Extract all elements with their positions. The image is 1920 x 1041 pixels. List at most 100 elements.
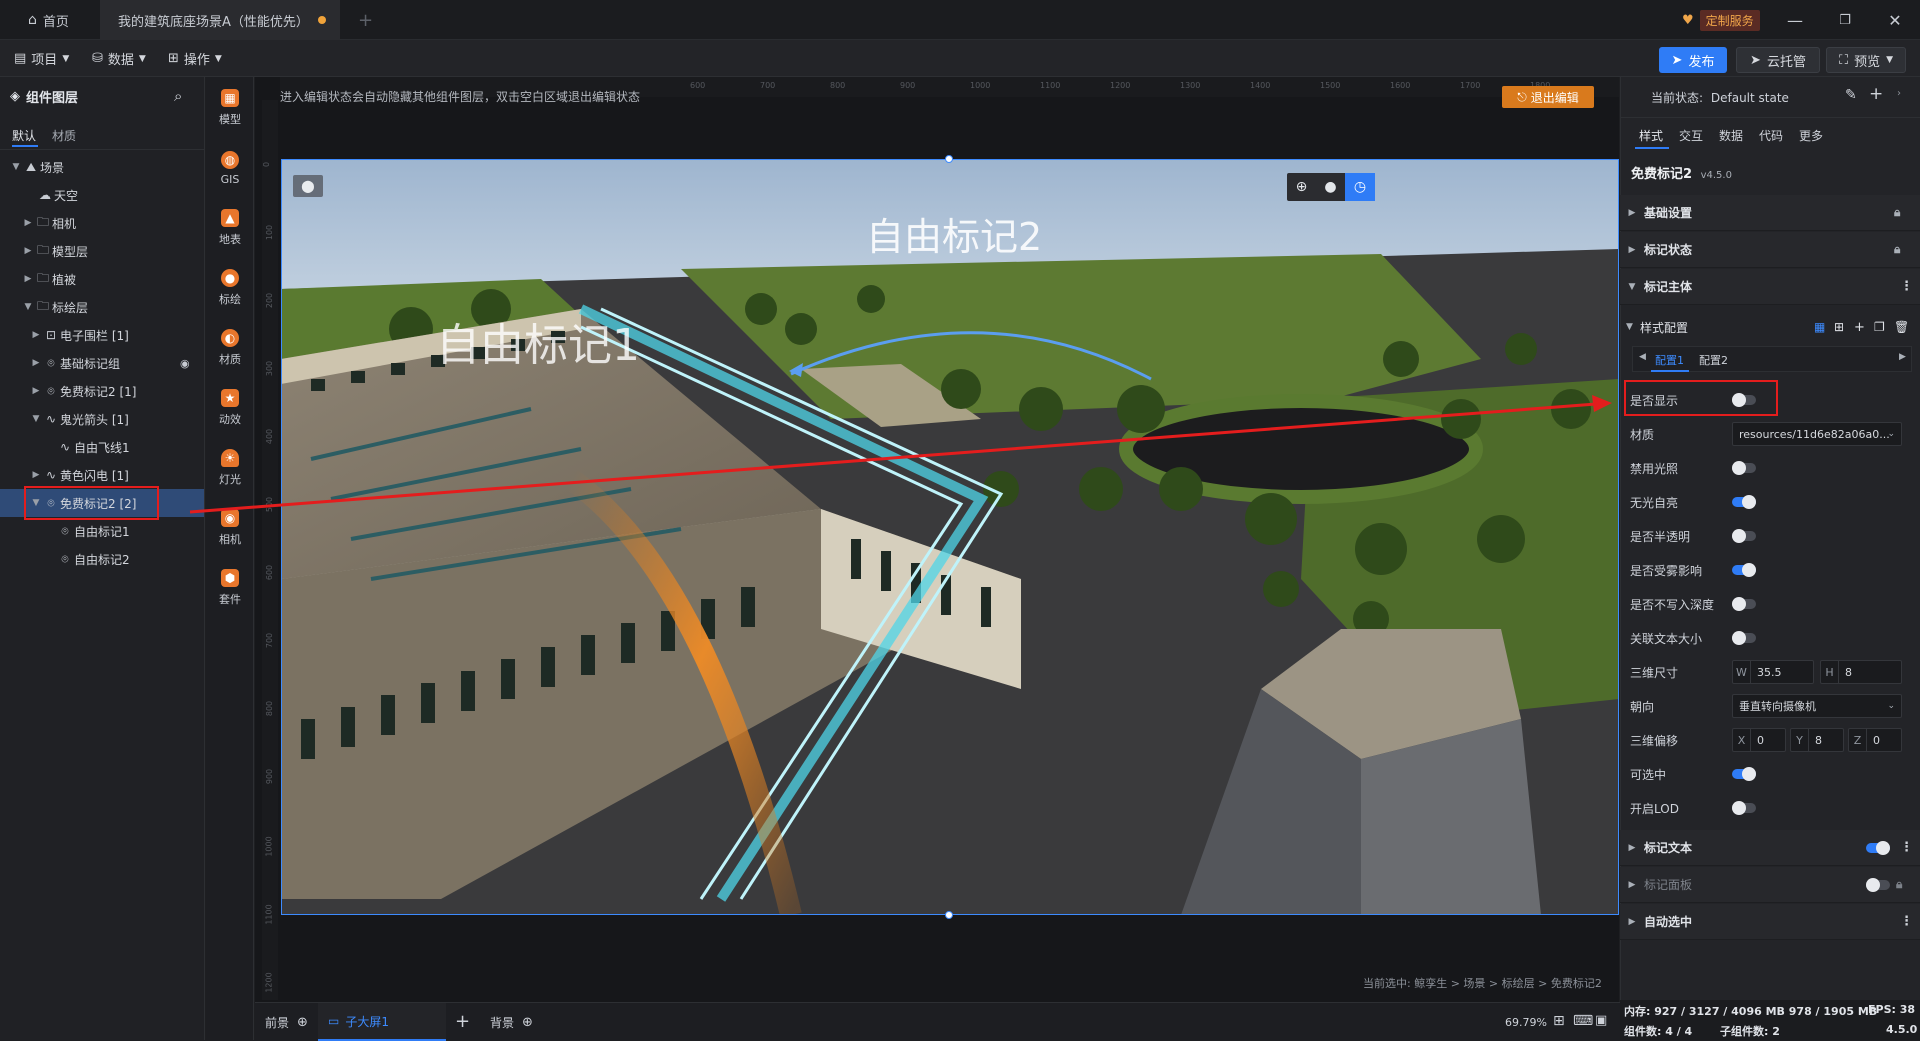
tree-item-yellow-lightning[interactable]: ▶ ∿ 黄色闪电 [1] xyxy=(0,461,204,489)
solid-sphere-button[interactable]: ● xyxy=(1316,173,1345,201)
scene-viewport[interactable]: 自由标记1 自由标记2 ⬤ ⊕ ● ◷ xyxy=(281,159,1619,915)
collapse-arrow-icon[interactable]: ▶ xyxy=(30,470,42,480)
offset-x-input[interactable]: X0 xyxy=(1732,728,1786,752)
tree-item-sky[interactable]: ☁ 天空 xyxy=(0,181,204,209)
collapse-arrow-icon[interactable]: ▶ xyxy=(30,358,42,368)
section-basic-settings[interactable]: ▶ 基础设置 🔒︎ xyxy=(1620,195,1920,231)
add-screen-button[interactable]: + xyxy=(455,1011,470,1032)
tab-code[interactable]: 代码 xyxy=(1759,127,1783,144)
lock-icon[interactable]: 🔒︎ xyxy=(1894,205,1900,220)
more-vertical-icon[interactable]: ⋮ xyxy=(1900,279,1913,294)
expand-arrow-icon[interactable]: ▼ xyxy=(10,162,22,172)
tree-item-free-label-2[interactable]: ⌾ 自由标记2 xyxy=(0,545,204,573)
free-marker-label-1[interactable]: 自由标记1 xyxy=(436,309,640,373)
tab-more[interactable]: 更多 xyxy=(1799,127,1823,144)
resize-handle-bottom[interactable] xyxy=(945,911,953,919)
edit-state-icon[interactable]: ✎ xyxy=(1845,87,1857,103)
search-icon[interactable]: ⌕ xyxy=(174,87,182,105)
publish-button[interactable]: ➤ 发布 xyxy=(1659,47,1727,73)
chevron-left-icon[interactable]: ◀ xyxy=(1639,352,1646,362)
tab-style[interactable]: 样式 xyxy=(1639,127,1663,144)
tab-document[interactable]: 我的建筑底座场景A（性能优先） xyxy=(100,0,340,40)
tab-data[interactable]: 数据 xyxy=(1719,127,1743,144)
toggle-unlit[interactable] xyxy=(1732,495,1756,509)
tool-light[interactable]: ☀ 灯光 xyxy=(206,440,254,496)
collapse-arrow-icon[interactable]: ▶ xyxy=(22,218,34,228)
offset-z-input[interactable]: Z0 xyxy=(1848,728,1902,752)
section-marker-panel[interactable]: ▶ 标记面板 🔒︎ xyxy=(1620,867,1920,903)
tool-kit[interactable]: ⬢ 套件 xyxy=(206,560,254,616)
tree-item-free-marker-a[interactable]: ▶ ⌾ 免费标记2 [1] xyxy=(0,377,204,405)
new-tab-button[interactable]: + xyxy=(344,0,387,40)
config-tab-1[interactable]: 配置1 xyxy=(1655,352,1684,368)
collapse-arrow-icon[interactable]: ▶ xyxy=(30,386,42,396)
background-tab[interactable]: 背景 ⊕ xyxy=(490,1014,533,1031)
add-state-icon[interactable]: + xyxy=(1869,84,1883,104)
add-circle-icon[interactable]: ⊕ xyxy=(522,1015,533,1030)
tree-item-ghost-arrow[interactable]: ▼ ∿ 鬼光箭头 [1] xyxy=(0,405,204,433)
resize-handle-top[interactable] xyxy=(945,155,953,163)
toggle-marker-panel[interactable] xyxy=(1866,878,1890,892)
zoom-level[interactable]: 69.79% xyxy=(1505,1016,1547,1029)
material-select[interactable]: resources/11d6e82a06a0... ⌄ xyxy=(1732,422,1902,446)
toggle-selectable[interactable] xyxy=(1732,767,1756,781)
custom-service-button[interactable]: ♥ 定制服务 xyxy=(1682,9,1760,31)
tree-item-basic-marker-group[interactable]: ▶ ⌾ 基础标记组 ◉ xyxy=(0,349,204,377)
cloud-host-button[interactable]: ➤ 云托管 xyxy=(1736,47,1820,73)
menu-operate[interactable]: ⊞ 操作 ▼ xyxy=(168,40,222,77)
lock-icon[interactable]: 🔒︎ xyxy=(1894,242,1900,257)
add-circle-icon[interactable]: ⊕ xyxy=(297,1015,308,1030)
size-width-input[interactable]: W 35.5 xyxy=(1732,660,1814,684)
tree-item-free-label-1[interactable]: ⌾ 自由标记1 xyxy=(0,517,204,545)
map-pin-button[interactable]: ⬤ xyxy=(293,175,323,197)
grid-icon[interactable]: ⊞ xyxy=(1834,320,1844,334)
keyboard-icon[interactable]: ⌨ xyxy=(1573,1013,1593,1029)
toggle-marker-text[interactable] xyxy=(1866,841,1890,855)
sub-screen-tab[interactable]: ▭ 子大屏1 xyxy=(318,1003,446,1041)
expand-arrow-icon[interactable]: ▼ xyxy=(22,302,34,312)
tool-material[interactable]: ◐ 材质 xyxy=(206,320,254,376)
exit-edit-button[interactable]: ⎋ 退出编辑 xyxy=(1502,86,1594,108)
toggle-translucent[interactable] xyxy=(1732,529,1756,543)
tool-gis[interactable]: ◍ GIS xyxy=(206,140,254,196)
toggle-lod[interactable] xyxy=(1732,801,1756,815)
tool-camera[interactable]: ◉ 相机 xyxy=(206,500,254,556)
minimize-button[interactable]: — xyxy=(1772,0,1818,40)
tool-terrain[interactable]: ▲ 地表 xyxy=(206,200,254,256)
section-marker-body[interactable]: ▼ 标记主体 ⋮ xyxy=(1620,269,1920,305)
table-icon[interactable]: ▦ xyxy=(1814,320,1825,334)
toggle-disable-lighting[interactable] xyxy=(1732,461,1756,475)
chevron-right-icon[interactable]: › xyxy=(1897,88,1901,99)
expand-arrow-icon[interactable]: ▼ xyxy=(30,414,42,424)
tree-item-vegetation[interactable]: ▶ 🗀 植被 xyxy=(0,265,204,293)
preview-button[interactable]: ⛶ 预览 ▼ xyxy=(1826,47,1906,73)
tree-item-model-layer[interactable]: ▶ 🗀 模型层 xyxy=(0,237,204,265)
collapse-arrow-icon[interactable]: ▶ xyxy=(22,274,34,284)
trash-icon[interactable]: 🗑︎ xyxy=(1894,320,1909,334)
hidden-eye-icon[interactable]: ◉ xyxy=(180,357,190,370)
tool-model[interactable]: ▦ 模型 xyxy=(206,80,254,136)
copy-icon[interactable]: ❐ xyxy=(1874,320,1885,334)
toggle-fog[interactable] xyxy=(1732,563,1756,577)
toggle-link-text-size[interactable] xyxy=(1732,631,1756,645)
section-marker-text[interactable]: ▶ 标记文本 ⋮ xyxy=(1620,830,1920,866)
menu-data[interactable]: ⛁ 数据 ▼ xyxy=(92,40,146,77)
tab-default[interactable]: 默认 xyxy=(12,127,36,144)
add-icon[interactable]: + xyxy=(1854,320,1865,335)
size-height-input[interactable]: H8 xyxy=(1820,660,1902,684)
tree-item-camera[interactable]: ▶ 🗀 相机 xyxy=(0,209,204,237)
restore-button[interactable]: ❐ xyxy=(1822,0,1868,40)
style-config-header[interactable]: ▼ 样式配置 ▦ ⊞ + ❐ 🗑︎ xyxy=(1626,313,1916,341)
wireframe-globe-button[interactable]: ⊕ xyxy=(1287,173,1316,201)
collapse-arrow-icon[interactable]: ▶ xyxy=(30,330,42,340)
free-marker-label-2[interactable]: 自由标记2 xyxy=(866,206,1042,261)
offset-y-input[interactable]: Y8 xyxy=(1790,728,1844,752)
section-marker-state[interactable]: ▶ 标记状态 🔒︎ xyxy=(1620,232,1920,268)
tool-plot[interactable]: ● 标绘 xyxy=(206,260,254,316)
tab-home[interactable]: ⌂ 首页 xyxy=(14,0,83,40)
tab-interaction[interactable]: 交互 xyxy=(1679,127,1703,144)
terminal-icon[interactable]: ▣ xyxy=(1595,1013,1607,1028)
realtime-view-button[interactable]: ◷ xyxy=(1345,173,1375,201)
tree-item-fence[interactable]: ▶ ⊡ 电子围栏 [1] xyxy=(0,321,204,349)
close-window-button[interactable]: ✕ xyxy=(1872,0,1918,40)
